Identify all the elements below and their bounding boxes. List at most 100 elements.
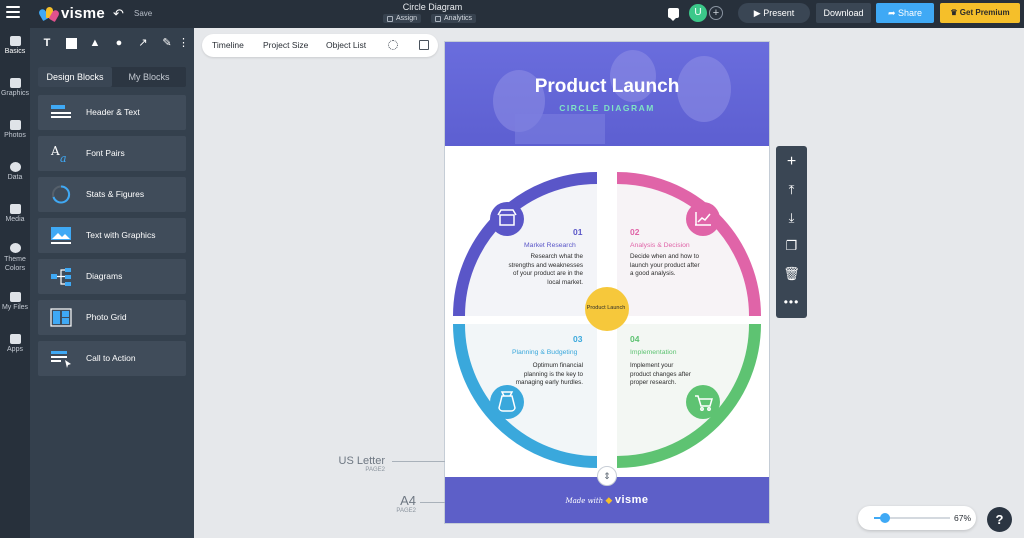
page-resize-handle[interactable]: ⇕ [597,466,617,486]
rail-item-theme-colors[interactable]: Theme Colors [0,243,30,273]
object-list-button[interactable]: Object List [326,34,366,57]
assign-button[interactable]: Assign [383,14,422,23]
rail-item-apps[interactable]: Apps [0,334,30,353]
quadrant-1-title[interactable]: Market Research [524,242,576,249]
quadrant-2-title[interactable]: Analysis & Decision [630,242,690,249]
triangle-tool-icon[interactable]: ▲ [88,36,102,50]
block-font-pairs[interactable]: Aa Font Pairs [38,136,186,171]
rail-item-basics[interactable]: Basics [0,36,30,55]
add-collaborator-icon[interactable]: + [709,6,723,20]
rail-item-graphics[interactable]: Graphics [0,78,30,97]
quadrant-1-icon-circle [490,202,524,236]
quadrant-4-text[interactable]: Implement your product changes after pro… [630,362,692,388]
pen-tool-icon[interactable]: ✎ [160,36,174,50]
quadrant-1-bg [465,184,597,316]
circle-tool-icon[interactable]: ● [112,36,126,50]
quadrant-1-number[interactable]: 01 [573,227,582,237]
present-label: Present [763,8,795,18]
block-call-to-action[interactable]: Call to Action [38,341,186,376]
rail-label: Apps [7,346,23,353]
context-bar: Timeline Project Size Object List [202,34,438,57]
made-with-label: Made with [565,497,604,505]
stats-icon [52,185,71,204]
document-title[interactable]: Circle Diagram [0,2,865,12]
block-label: Font Pairs [86,148,125,158]
line-tool-icon[interactable]: ↗ [136,36,150,50]
rail-label: Photos [4,132,26,139]
zoom-value[interactable]: 67% [954,506,971,530]
zoom-control: 67% [858,506,976,530]
photo-laptop [515,114,605,144]
duplicate-page-icon[interactable]: ❐ [776,235,807,257]
quadrant-4-icon-circle [686,385,720,419]
infographic-title[interactable]: Product Launch [445,76,769,98]
a4-label: A4 PAGE2 [350,493,416,514]
avatar[interactable]: U [689,4,707,22]
rail-item-photos[interactable]: Photos [0,120,30,139]
tab-my-blocks[interactable]: My Blocks [112,67,186,87]
share-button[interactable]: ➦ Share [876,3,934,23]
block-header-text[interactable]: Header & Text [38,95,186,130]
center-label[interactable]: Product Launch [586,305,626,312]
help-button[interactable]: ? [987,507,1012,532]
document-actions: Assign Analytics [383,14,477,23]
more-options-icon[interactable]: ••• [776,291,807,313]
canvas-page[interactable]: Product Launch CIRCLE DIAGRAM 01 Market … [445,42,769,523]
block-photo-grid[interactable]: Photo Grid [38,300,186,335]
premium-label: Get Premium [959,8,1010,17]
delete-page-icon[interactable]: 🗑 [776,263,807,285]
block-label: Diagrams [86,271,123,281]
quadrant-1-text[interactable]: Research what the strengths and weakness… [505,253,583,287]
a4-title: A4 [400,493,416,508]
text-tool-icon[interactable]: T [40,36,54,50]
quadrant-2-number[interactable]: 02 [630,227,639,237]
quadrant-4-number[interactable]: 04 [630,334,639,344]
header-text-icon [51,105,71,118]
rail-label: Graphics [0,90,29,97]
rail-item-data[interactable]: Data [0,162,30,181]
hero-banner[interactable]: Product Launch CIRCLE DIAGRAM [445,42,769,146]
infographic-subtitle[interactable]: CIRCLE DIAGRAM [445,103,769,113]
insert-below-icon[interactable]: ⤓ [776,207,807,229]
zoom-slider-handle[interactable] [880,513,891,523]
download-button[interactable]: Download [816,3,871,23]
quadrant-3-title[interactable]: Planning & Budgeting [512,349,577,356]
us-letter-guide [392,461,445,462]
rectangle-tool-icon[interactable] [64,36,78,50]
rail-label: Data [7,174,23,181]
rail-item-media[interactable]: Media [0,204,30,223]
rail-label: My Files [1,304,29,311]
quadrant-2-text[interactable]: Decide when and how to launch your produ… [630,253,702,279]
basics-icon [9,36,21,46]
crown-icon: ♛ [950,8,960,17]
block-diagrams[interactable]: Diagrams [38,259,186,294]
block-text-graphics[interactable]: Text with Graphics [38,218,186,253]
more-tools-icon[interactable]: ⋮ [178,36,189,50]
insert-above-icon[interactable]: ⤒ [776,179,807,201]
media-icon [9,204,21,214]
settings-gear-icon[interactable] [388,40,398,50]
tab-design-blocks[interactable]: Design Blocks [38,67,112,87]
rail-item-my-files[interactable]: My Files [0,292,30,311]
zoom-slider[interactable] [874,513,950,523]
analytics-button[interactable]: Analytics [431,14,477,23]
us-letter-title: US Letter [338,455,385,467]
quadrant-3-text[interactable]: Optimum financial planning is the key to… [511,362,583,388]
add-page-icon[interactable]: + [776,151,807,173]
rail-label: Media [5,216,25,223]
present-button[interactable]: ▶ Present [738,3,810,23]
project-size-button[interactable]: Project Size [263,34,308,57]
svg-text:A: A [50,144,60,158]
block-label: Stats & Figures [86,189,145,199]
comments-icon[interactable] [668,8,679,21]
block-label: Header & Text [86,107,140,117]
timeline-button[interactable]: Timeline [212,34,244,57]
share-label: Share [898,8,923,18]
quadrant-3-number[interactable]: 03 [573,334,582,344]
quadrant-4-title[interactable]: Implementation [630,349,676,356]
block-stats-figures[interactable]: Stats & Figures [38,177,186,212]
quadrant-3-icon-circle [490,385,524,419]
zoom-fit-icon[interactable] [419,40,429,50]
get-premium-button[interactable]: ♛ Get Premium [940,3,1020,23]
photos-icon [9,120,21,130]
